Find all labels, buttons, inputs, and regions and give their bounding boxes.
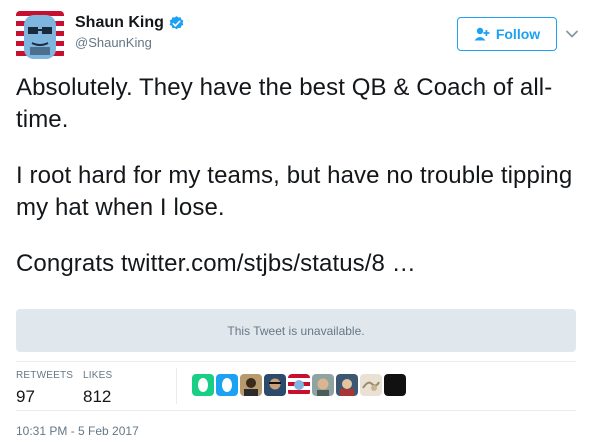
- liker-avatar[interactable]: [336, 374, 358, 396]
- verified-badge-icon: [169, 15, 184, 29]
- liker-avatars: [192, 374, 406, 396]
- stats-separator: [176, 368, 177, 404]
- liker-avatar[interactable]: [264, 374, 286, 396]
- retweets-stat[interactable]: RETWEETS 97: [16, 370, 73, 407]
- likes-stat[interactable]: LIKES 812: [83, 370, 112, 407]
- user-handle[interactable]: @ShaunKing: [75, 35, 185, 50]
- tweet-paragraph-1: Absolutely. They have the best QB & Coac…: [16, 74, 553, 133]
- congrats-text: Congrats: [16, 250, 115, 277]
- display-name[interactable]: Shaun King: [75, 14, 185, 32]
- liker-avatar[interactable]: [288, 374, 310, 396]
- tweet-paragraph-3: Congrats twitter.com/stjbs/status/8 …: [16, 248, 576, 280]
- divider-top: [16, 361, 576, 362]
- follow-button-label: Follow: [495, 26, 541, 42]
- chevron-down-icon[interactable]: [565, 27, 579, 41]
- liker-avatar[interactable]: [192, 374, 214, 396]
- user-info: Shaun King @ShaunKing: [75, 14, 185, 50]
- liker-avatar[interactable]: [384, 374, 406, 396]
- liker-avatar[interactable]: [312, 374, 334, 396]
- quoted-tweet-unavailable: This Tweet is unavailable.: [16, 309, 576, 352]
- add-user-icon: [474, 27, 490, 41]
- likes-count: 812: [83, 387, 112, 406]
- avatar[interactable]: [16, 11, 64, 59]
- retweets-count: 97: [16, 387, 35, 406]
- tweet-text: Absolutely. They have the best QB & Coac…: [16, 72, 576, 280]
- display-name-text[interactable]: Shaun King: [75, 14, 164, 32]
- tweet-timestamp[interactable]: 10:31 PM - 5 Feb 2017: [16, 424, 139, 438]
- unavailable-text: This Tweet is unavailable.: [227, 323, 365, 338]
- tweet-paragraph-2: I root hard for my teams, but have no tr…: [16, 162, 573, 221]
- divider-bottom: [16, 410, 576, 411]
- follow-button[interactable]: Follow: [457, 17, 557, 51]
- liker-avatar[interactable]: [240, 374, 262, 396]
- tweet-header: Shaun King @ShaunKing Follow: [16, 11, 579, 59]
- liker-avatar[interactable]: [216, 374, 238, 396]
- retweets-label: RETWEETS: [16, 370, 74, 381]
- likes-label: LIKES: [83, 370, 113, 381]
- tweet-link[interactable]: twitter.com/stjbs/status/8 …: [121, 250, 416, 277]
- liker-avatar[interactable]: [360, 374, 382, 396]
